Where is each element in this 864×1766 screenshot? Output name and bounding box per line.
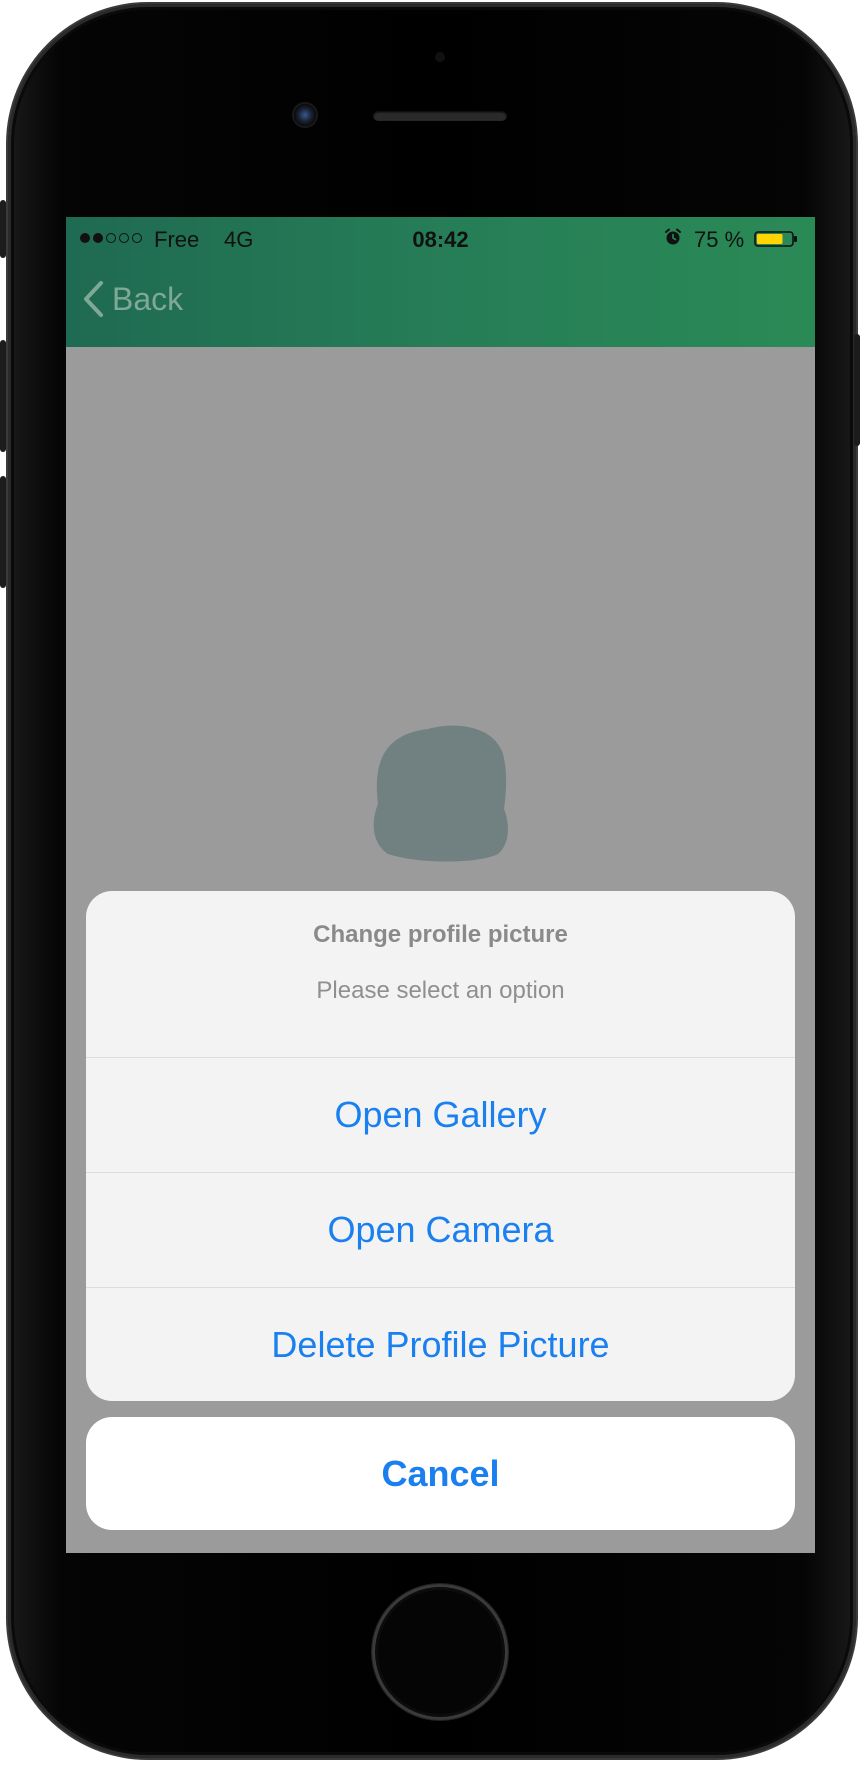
back-button[interactable]: Back [82, 277, 183, 321]
proximity-sensor [435, 52, 445, 62]
open-camera-button[interactable]: Open Camera [86, 1172, 795, 1286]
home-button[interactable] [372, 1584, 508, 1720]
volume-down-button [0, 476, 6, 588]
action-sheet: Change profile picture Please select an … [86, 891, 795, 1401]
chevron-left-icon [84, 281, 103, 317]
battery-percent: 75 % [694, 227, 745, 252]
action-sheet-subtitle: Please select an option [316, 977, 565, 1004]
screen: Free 4G 08:42 75 % Back Change profile p… [66, 217, 815, 1553]
back-label: Back [112, 280, 184, 317]
action-sheet-header: Change profile picture Please select an … [86, 891, 795, 1057]
earpiece-speaker [373, 111, 507, 121]
volume-up-button [0, 340, 6, 452]
nav-header: Free 4G 08:42 75 % Back [66, 217, 815, 347]
cancel-button[interactable]: Cancel [86, 1417, 795, 1530]
status-bar: Free 4G 08:42 75 % [66, 217, 815, 259]
action-sheet-title: Change profile picture [313, 921, 568, 948]
front-camera [294, 104, 316, 126]
battery-icon [754, 231, 797, 247]
open-gallery-button[interactable]: Open Gallery [86, 1057, 795, 1171]
phone-frame: Free 4G 08:42 75 % Back Change profile p… [0, 4, 860, 1758]
avatar-silhouette-icon [373, 725, 508, 862]
alarm-icon [665, 228, 681, 245]
silent-switch [0, 200, 6, 258]
power-button [854, 334, 860, 446]
delete-profile-picture-button[interactable]: Delete Profile Picture [86, 1287, 795, 1401]
